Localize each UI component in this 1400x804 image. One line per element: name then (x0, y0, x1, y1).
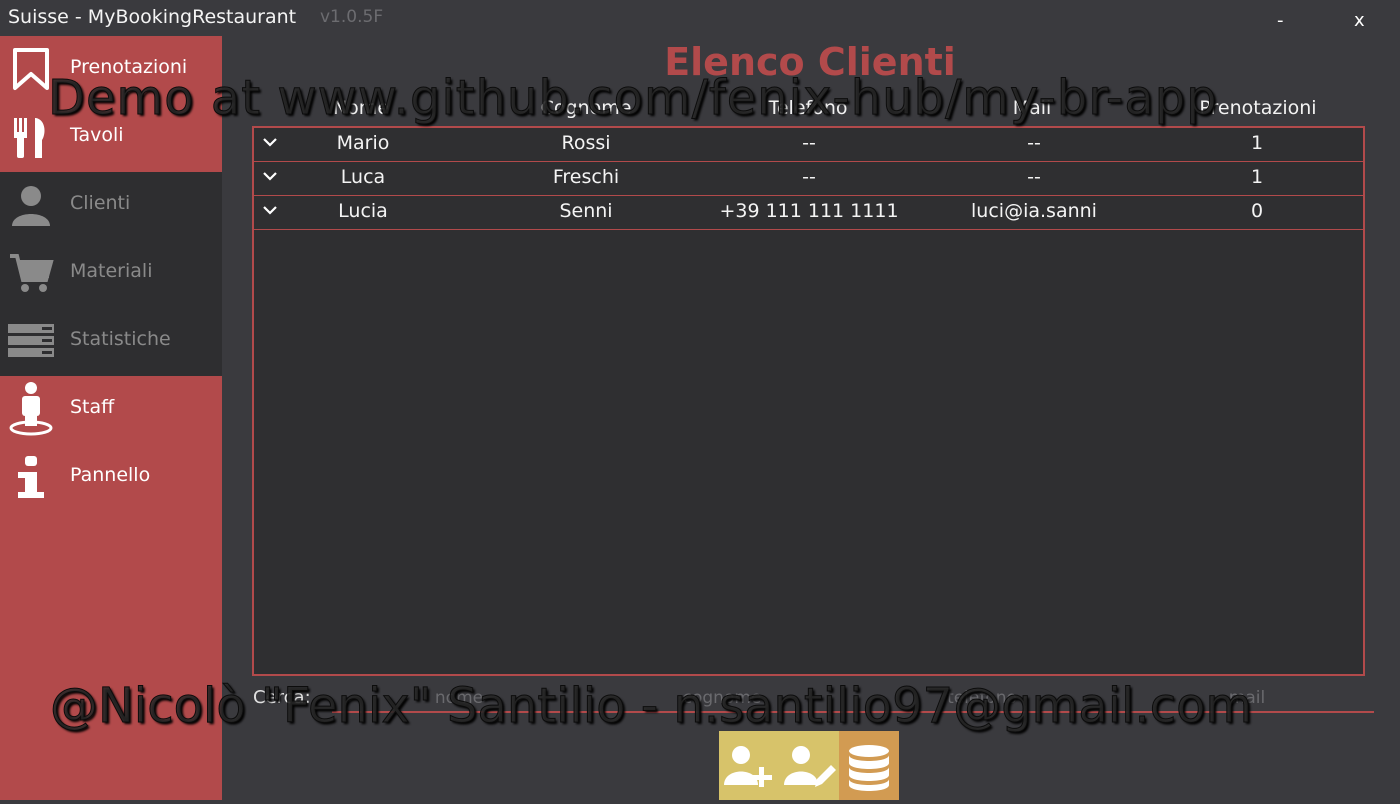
server-icon (8, 324, 54, 357)
sidebar-item-label: Prenotazioni (70, 56, 188, 78)
search-cognome-input[interactable] (595, 684, 849, 712)
cell-nome: Lucia (338, 200, 388, 222)
title-bar: Suisse - MyBookingRestaurant v1.0.5F - x (0, 0, 1400, 36)
sidebar-item-statistiche[interactable]: Statistiche (0, 308, 222, 376)
cell-nome: Luca (340, 166, 386, 188)
sidebar-item-staff[interactable]: Staff (0, 376, 222, 444)
table-row[interactable]: Mario Rossi -- -- 1 (254, 128, 1363, 162)
sidebar-item-label: Staff (70, 396, 115, 418)
page-title: Elenco Clienti (664, 40, 956, 84)
cart-icon (10, 254, 54, 292)
minimize-button[interactable]: - (1277, 10, 1284, 31)
column-header-cognome[interactable]: Cognome (516, 97, 656, 119)
chevron-down-icon[interactable] (262, 168, 278, 184)
sidebar-item-pannello[interactable]: Pannello (0, 444, 222, 512)
sidebar-item-label: Materiali (70, 260, 153, 282)
person-icon (9, 382, 53, 436)
column-header-nome[interactable]: Nome (301, 97, 421, 119)
app-version: v1.0.5F (320, 7, 384, 27)
edit-user-icon (784, 746, 836, 787)
close-button[interactable]: x (1354, 10, 1365, 31)
search-underline (332, 711, 1374, 713)
sidebar-item-tavoli[interactable]: Tavoli (0, 104, 222, 172)
database-icon (849, 745, 889, 791)
sidebar-item-label: Tavoli (70, 124, 124, 146)
cell-cognome: Freschi (552, 166, 620, 188)
add-user-icon (724, 746, 772, 787)
column-header-mail[interactable]: Mail (972, 97, 1092, 119)
edit-client-button[interactable] (779, 731, 839, 800)
cell-cognome: Senni (559, 200, 613, 222)
cell-mail: luci@ia.sanni (971, 200, 1097, 222)
sidebar-item-label: Pannello (70, 464, 151, 486)
sidebar-item-materiali[interactable]: Materiali (0, 240, 222, 308)
table-row[interactable]: Luca Freschi -- -- 1 (254, 162, 1363, 196)
cell-telefono: -- (802, 132, 816, 154)
sidebar-item-clienti[interactable]: Clienti (0, 172, 222, 240)
search-mail-input[interactable] (1120, 684, 1374, 712)
cell-cognome: Rossi (561, 132, 611, 154)
sidebar-item-label: Statistiche (70, 328, 171, 350)
table-row[interactable]: Lucia Senni +39 111 111 1111 luci@ia.san… (254, 196, 1363, 230)
sidebar-item-label: Clienti (70, 192, 131, 214)
cell-mail: -- (1027, 132, 1041, 154)
sidebar-item-prenotazioni[interactable]: Prenotazioni (0, 36, 222, 104)
clients-table: Mario Rossi -- -- 1 Luca Freschi -- -- 1… (252, 126, 1365, 676)
cell-telefono: -- (802, 166, 816, 188)
chevron-down-icon[interactable] (262, 134, 278, 150)
column-header-telefono[interactable]: Telefono (728, 97, 888, 119)
search-nome-input[interactable] (332, 684, 586, 712)
chevron-down-icon[interactable] (262, 202, 278, 218)
database-button[interactable] (839, 731, 899, 800)
cell-prenotazioni: 1 (1250, 132, 1264, 154)
search-telefono-input[interactable] (855, 684, 1109, 712)
column-header-prenotazioni[interactable]: Prenotazioni (1178, 97, 1338, 119)
bookmark-icon (13, 48, 49, 90)
info-icon (18, 456, 44, 498)
cell-nome: Mario (336, 132, 390, 154)
add-client-button[interactable] (719, 731, 779, 800)
cell-prenotazioni: 1 (1250, 166, 1264, 188)
cell-telefono: +39 111 111 1111 (719, 200, 899, 222)
cell-prenotazioni: 0 (1250, 200, 1264, 222)
fork-knife-icon (14, 118, 45, 158)
app-title: Suisse - MyBookingRestaurant (8, 6, 297, 28)
cell-mail: -- (1027, 166, 1041, 188)
sidebar: Prenotazioni Tavoli Clienti Materiali St… (0, 36, 222, 800)
search-label: Cerca: (253, 687, 311, 708)
user-icon (12, 186, 50, 226)
